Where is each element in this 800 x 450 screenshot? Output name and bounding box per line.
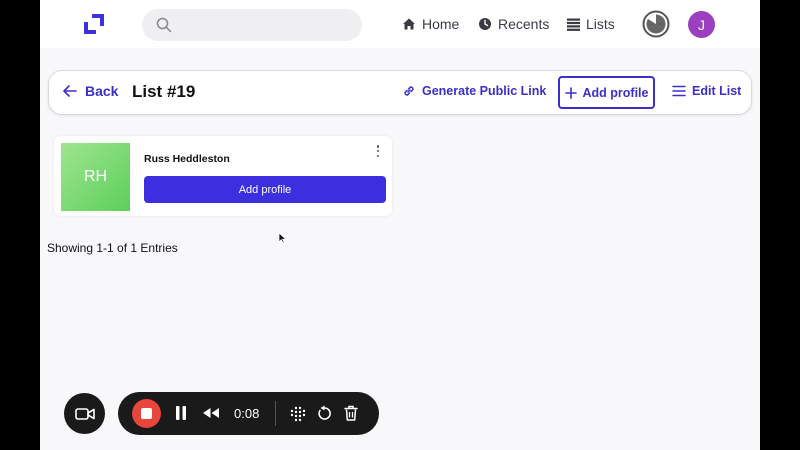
profile-initials: RH <box>83 168 108 185</box>
recording-timer: 0:08 <box>234 406 260 421</box>
nav-home-label: Home <box>422 16 460 32</box>
plus-icon <box>564 86 577 99</box>
edit-list-button[interactable]: Edit List <box>672 84 741 98</box>
nav-home-link[interactable]: Home <box>402 14 459 34</box>
top-navigation-bar: Home Recents Lists J <box>40 0 760 48</box>
back-button-label: Back <box>85 83 119 99</box>
search-icon <box>156 17 172 33</box>
nav-lists-label: Lists <box>586 16 615 32</box>
video-camera-icon <box>74 407 95 420</box>
nav-recents-label: Recents <box>498 16 550 32</box>
pagination-summary: Showing 1-1 of 1 Entries <box>47 241 178 255</box>
user-avatar[interactable]: J <box>688 11 715 38</box>
add-profile-card-button[interactable]: Add profile <box>144 176 386 203</box>
generate-public-link-button[interactable]: Generate Public Link <box>402 84 546 98</box>
list-header-card: Back List #19 Generate Public Link Add p… <box>48 70 752 115</box>
profile-name: Russ Heddleston <box>144 153 230 165</box>
menu-icon <box>672 85 686 97</box>
pause-icon[interactable] <box>175 405 187 421</box>
link-icon <box>404 86 414 96</box>
search-input[interactable] <box>142 9 362 41</box>
add-profile-header-label: Add profile <box>582 85 649 100</box>
more-options-icon[interactable] <box>374 144 382 158</box>
profile-card: RH Russ Heddleston Add profile <box>54 136 392 216</box>
rewind-icon[interactable] <box>202 407 220 419</box>
nav-recents-link[interactable]: Recents <box>478 14 549 34</box>
toolbar-divider <box>275 401 276 426</box>
arrow-left-icon <box>63 85 77 97</box>
back-button[interactable]: Back <box>63 83 118 99</box>
add-profile-header-button[interactable]: Add profile <box>558 76 655 109</box>
trash-icon[interactable] <box>344 405 358 421</box>
nav-lists-link[interactable]: Lists <box>567 14 615 34</box>
restart-icon[interactable] <box>317 405 332 421</box>
mouse-cursor-icon <box>278 232 287 244</box>
edit-list-label: Edit List <box>692 84 742 98</box>
app-window: Home Recents Lists J Back List #19 Gener… <box>40 0 760 450</box>
home-icon <box>403 18 415 30</box>
timer-icon[interactable] <box>642 10 670 38</box>
recording-toolbar: 0:08 <box>118 392 379 435</box>
page-title: List #19 <box>132 82 196 101</box>
stop-recording-button[interactable] <box>132 399 161 428</box>
stop-icon <box>141 408 152 419</box>
app-logo-icon[interactable] <box>84 14 104 34</box>
grid-dots-icon[interactable] <box>290 406 306 422</box>
profile-thumbnail[interactable]: RH <box>61 143 130 211</box>
camera-toggle-button[interactable] <box>64 393 105 434</box>
generate-public-link-label: Generate Public Link <box>422 84 547 98</box>
list-icon <box>567 18 580 31</box>
clock-icon <box>479 18 491 30</box>
avatar-initial: J <box>698 16 705 33</box>
